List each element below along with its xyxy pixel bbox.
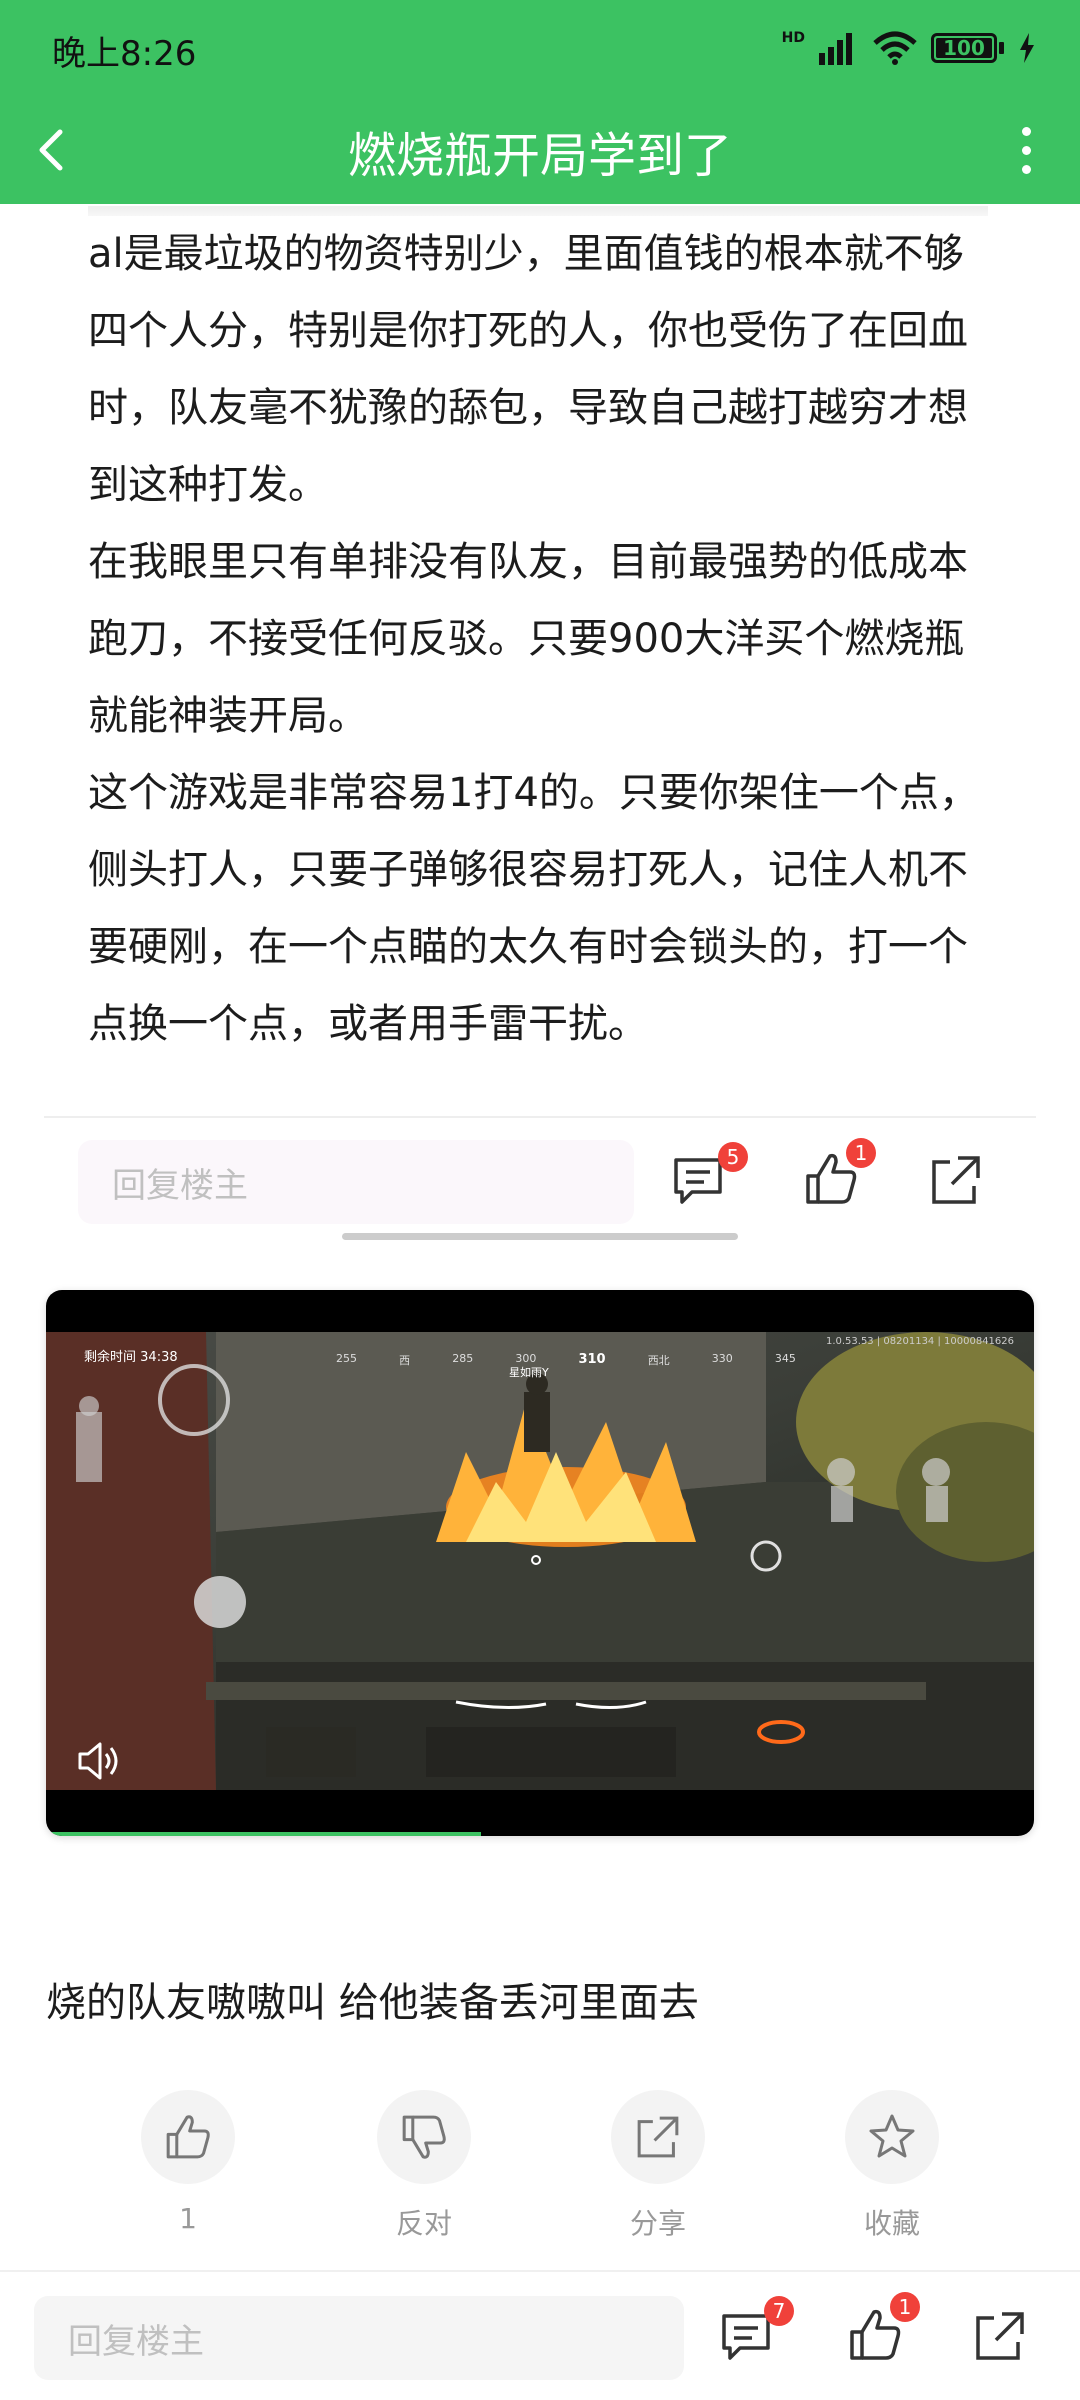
react-dislike-label: 反对 (395, 2207, 452, 2240)
post-paragraph: 在我眼里只有单排没有队友，目前最强势的低成本跑刀，不接受任何反驳。只要900大洋… (88, 539, 968, 739)
more-dot (1021, 145, 1031, 155)
react-favorite-button[interactable]: 收藏 (802, 2090, 982, 2242)
more-options-button[interactable] (996, 120, 1056, 180)
signal-icon (819, 33, 852, 65)
comment-text: 烧的队友嗷嗷叫 给他装备丢河里面去 (46, 1980, 699, 2026)
thumbs-down-icon (402, 2115, 446, 2159)
video-progress-bar[interactable] (46, 1832, 481, 1836)
hud-time: 剩余时间 34:38 (84, 1346, 178, 1365)
react-like-circle (141, 2090, 235, 2184)
hud-time-label: 剩余时间 (84, 1350, 137, 1365)
react-like-label: 1 (179, 2202, 197, 2235)
bottom-like-count-badge: 1 (890, 2292, 920, 2322)
compass-tick: 255 (336, 1352, 357, 1365)
react-share-circle (611, 2090, 705, 2184)
bottom-reply-input[interactable]: 回复楼主 (34, 2296, 684, 2380)
compass-tick: 310 (578, 1352, 606, 1367)
star-icon (869, 2114, 915, 2158)
scroll-indicator (342, 1233, 738, 1240)
hud-session: 1.0.53.53 | 08201134 | 10000841626 (825, 1336, 1014, 1347)
chevron-left-icon (39, 129, 63, 171)
bottom-comment-count-badge: 7 (764, 2296, 794, 2326)
back-button[interactable] (24, 120, 84, 180)
bottom-reply-bar: 回复楼主 7 1 (0, 2270, 1080, 2400)
share-button[interactable] (928, 1152, 992, 1216)
charging-icon (1020, 33, 1034, 63)
battery-level: 100 (943, 36, 985, 60)
compass-tick: 345 (774, 1352, 796, 1365)
video-player[interactable]: 剩余时间 34:38 255 西 285 300 310 西北 330 345 … (46, 1290, 1034, 1836)
post-paragraph: 这个游戏是非常容易1打4的。只要你架住一个点，侧头打人，只要子弹够很容易打死人，… (88, 770, 979, 1047)
app-bar: 燃烧瓶开局学到了 (0, 98, 1080, 204)
mute-button[interactable] (74, 1736, 124, 1786)
compass-tick: 西 (399, 1354, 411, 1367)
share-icon (976, 2312, 1024, 2360)
hud-player-tag: 星如雨Y (509, 1366, 549, 1379)
like-count-badge: 1 (846, 1138, 876, 1168)
reaction-row: 1 反对 分享 收藏 (0, 2090, 1080, 2240)
like-button[interactable]: 1 (802, 1138, 876, 1214)
hud-compass: 255 西 285 300 310 西北 330 345 (336, 1352, 796, 1368)
bottom-share-button[interactable] (972, 2308, 1036, 2372)
clipped-text-line (88, 206, 988, 216)
comment-button[interactable]: 5 (670, 1142, 748, 1216)
bottom-comment-button[interactable]: 7 (718, 2296, 794, 2372)
compass-tick: 285 (452, 1352, 474, 1365)
react-dislike-button[interactable]: 反对 (334, 2090, 514, 2242)
more-dot (1021, 126, 1031, 136)
thumbs-up-icon (166, 2115, 210, 2159)
react-share-button[interactable]: 分享 (568, 2090, 748, 2242)
status-icons: HD 100 (782, 28, 1036, 68)
divider (44, 1116, 1036, 1118)
bottom-like-button[interactable]: 1 (846, 2292, 920, 2370)
react-favorite-circle (845, 2090, 939, 2184)
battery-icon: 100 (931, 33, 1004, 63)
status-bar: 晚上8:26 HD 100 (0, 0, 1080, 98)
react-dislike-circle (377, 2090, 471, 2184)
wifi-icon (873, 31, 917, 65)
react-like-button[interactable]: 1 (98, 2090, 278, 2235)
share-icon (932, 1156, 980, 1204)
speaker-icon (78, 1742, 118, 1780)
inline-reply-bar: 回复楼主 5 1 (0, 1128, 1080, 1238)
hud-time-value: 34:38 (140, 1350, 178, 1365)
post-body: al是最垃圾的物资特别少，里面值钱的根本就不够四个人分，特别是你打死的人，你也受… (88, 216, 998, 1063)
share-icon (637, 2116, 679, 2158)
hd-label: HD (781, 30, 805, 46)
page-title: 燃烧瓶开局学到了 (347, 128, 732, 184)
video-frame: 剩余时间 34:38 255 西 285 300 310 西北 330 345 … (46, 1332, 1034, 1790)
video-scene (46, 1332, 1034, 1790)
post-paragraph: al是最垃圾的物资特别少，里面值钱的根本就不够四个人分，特别是你打死的人，你也受… (88, 231, 968, 508)
status-time: 晚上8:26 (52, 34, 197, 74)
comment-count-badge: 5 (718, 1142, 748, 1172)
compass-tick: 西北 (647, 1354, 670, 1367)
more-dot (1021, 164, 1031, 174)
react-favorite-label: 收藏 (863, 2207, 920, 2240)
compass-tick: 330 (711, 1352, 733, 1365)
react-share-label: 分享 (629, 2207, 686, 2240)
reply-input[interactable]: 回复楼主 (78, 1140, 634, 1224)
